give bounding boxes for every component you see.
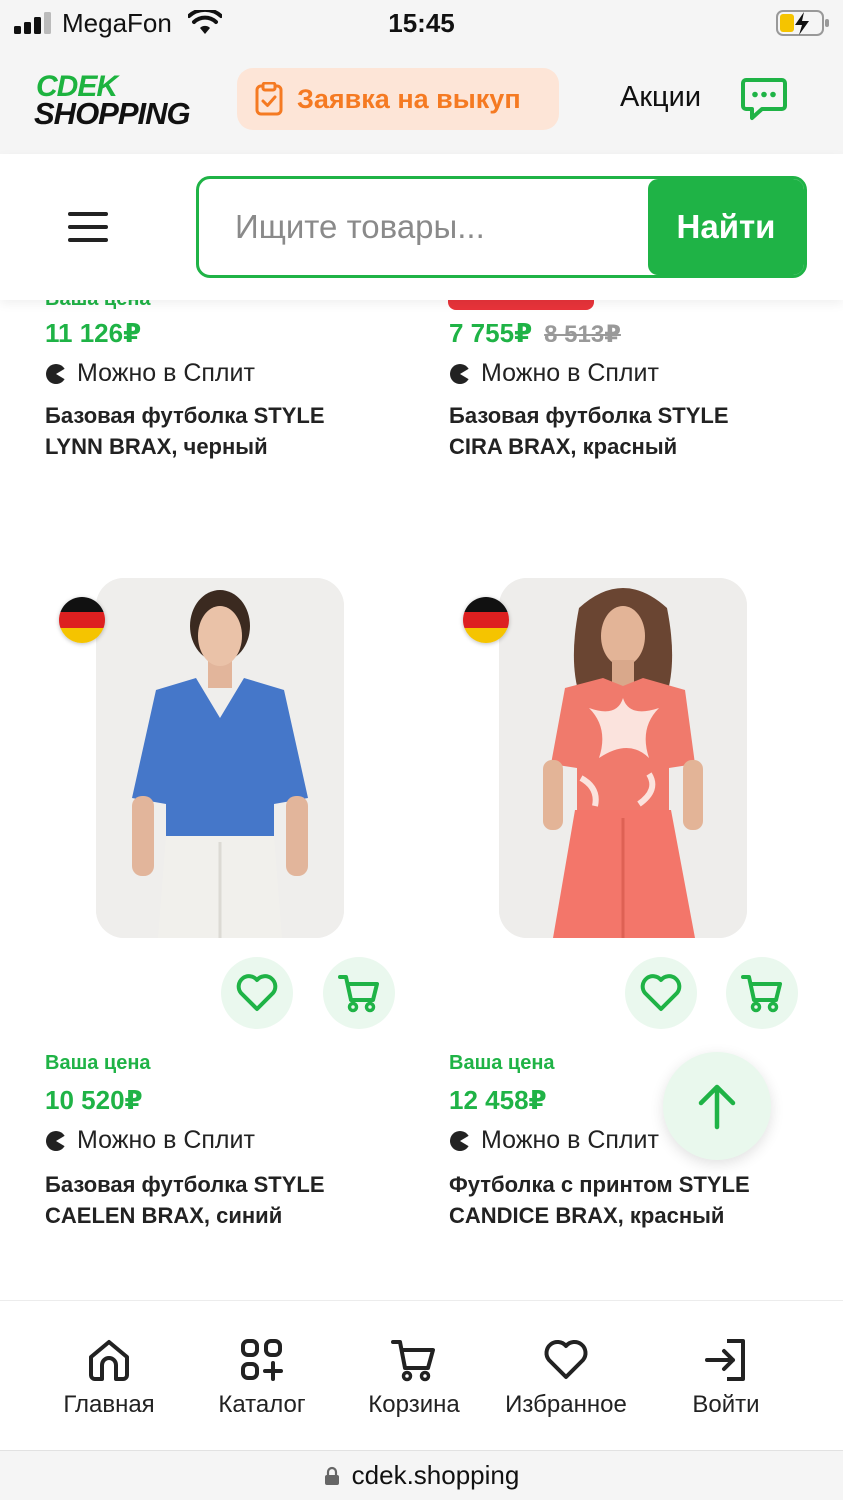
- germany-flag-icon: [463, 597, 509, 643]
- site-header: CDEK SHOPPING Заявка на выкуп Акции: [0, 48, 843, 154]
- title-line-2: CIRA BRAX, красный: [449, 434, 678, 459]
- title-line-2: CANDICE BRAX, красный: [449, 1203, 725, 1228]
- split-icon: [450, 1130, 471, 1151]
- blue-tshirt-photo: [96, 578, 344, 938]
- product-image-blue-tshirt[interactable]: [96, 578, 344, 938]
- lock-icon: [324, 1466, 339, 1485]
- price-row: 7 755₽ 8 513₽: [449, 318, 819, 349]
- url-text: cdek.shopping: [351, 1460, 520, 1490]
- status-bar: MegaFon 15:45: [0, 0, 843, 48]
- split-label: Можно в Сплит: [77, 1126, 255, 1154]
- title-line-1: Базовая футболка STYLE: [45, 403, 325, 428]
- nav-item-cart[interactable]: Корзина: [329, 1337, 499, 1419]
- heart-icon: [236, 974, 278, 1011]
- product-card-1[interactable]: Ваша цена 11 126₽ Можно в Сплит Базовая …: [45, 288, 415, 462]
- heart-icon: [640, 974, 682, 1011]
- split-label: Можно в Сплит: [77, 359, 255, 387]
- cart-icon: [338, 975, 379, 1013]
- cart-icon: [741, 975, 782, 1013]
- title-line-1: Футболка с принтом STYLE: [449, 1172, 750, 1197]
- search-button[interactable]: Найти: [648, 179, 804, 275]
- title-line-1: Базовая футболка STYLE: [45, 1172, 325, 1197]
- nav-item-home[interactable]: Главная: [24, 1337, 194, 1419]
- chat-icon[interactable]: [740, 76, 788, 122]
- old-price: 8 513₽: [544, 321, 621, 348]
- bottom-navigation: Главная Каталог Корзина Избранное Войти: [0, 1300, 843, 1450]
- price: 7 755₽: [449, 318, 533, 348]
- add-to-cart-button[interactable]: [323, 957, 395, 1029]
- nav-label-catalog: Каталог: [218, 1391, 306, 1418]
- clipboard-check-icon: [255, 82, 283, 116]
- price-label: Ваша цена: [45, 1052, 151, 1074]
- price-label: Ваша цена: [449, 1052, 555, 1074]
- search-input[interactable]: [199, 179, 653, 275]
- add-to-favorites-button[interactable]: [221, 957, 293, 1029]
- scroll-to-top-button[interactable]: [663, 1052, 771, 1160]
- cdek-shopping-logo[interactable]: CDEK SHOPPING: [34, 70, 191, 131]
- nav-label-favorites: Избранное: [505, 1391, 627, 1418]
- price: 10 520₽: [45, 1085, 143, 1115]
- split-icon: [450, 363, 471, 384]
- product-card-2[interactable]: 7 755₽ 8 513₽ Можно в Сплит Базовая футбо…: [449, 318, 819, 462]
- browser-url-bar[interactable]: cdek.shopping: [0, 1450, 843, 1500]
- product-card-3[interactable]: Ваша цена 10 520₽ Можно в Сплит Базовая …: [45, 1052, 415, 1231]
- search-box: Найти: [196, 176, 807, 278]
- nav-item-favorites[interactable]: Избранное: [481, 1337, 651, 1419]
- promotions-link[interactable]: Акции: [620, 81, 701, 114]
- catalog-icon: [241, 1339, 283, 1381]
- split-payment: Можно в Сплит: [449, 359, 819, 388]
- product-title[interactable]: Футболка с принтом STYLE CANDICE BRAX, к…: [449, 1169, 819, 1231]
- purchase-request-button[interactable]: Заявка на выкуп: [237, 68, 559, 130]
- product-title[interactable]: Базовая футболка STYLE CIRA BRAX, красны…: [449, 400, 819, 462]
- split-icon: [46, 1130, 67, 1151]
- split-payment: Можно в Сплит: [45, 359, 415, 388]
- title-line-2: CAELEN BRAX, синий: [45, 1203, 283, 1228]
- germany-flag-icon: [59, 597, 105, 643]
- floral-tshirt-photo: [499, 578, 747, 938]
- nav-label-login: Войти: [692, 1391, 760, 1418]
- split-label: Можно в Сплит: [481, 359, 659, 387]
- purchase-request-label: Заявка на выкуп: [297, 83, 521, 114]
- status-time: 15:45: [388, 8, 455, 38]
- split-payment: Можно в Сплит: [45, 1126, 415, 1155]
- product-title[interactable]: Базовая футболка STYLE LYNN BRAX, черный: [45, 400, 415, 462]
- heart-icon: [544, 1340, 588, 1379]
- nav-label-home: Главная: [63, 1391, 155, 1418]
- add-to-cart-button[interactable]: [726, 957, 798, 1029]
- split-label: Можно в Сплит: [481, 1126, 659, 1154]
- title-line-2: LYNN BRAX, черный: [45, 434, 268, 459]
- product-image-floral-tshirt[interactable]: [499, 578, 747, 938]
- hamburger-menu-icon[interactable]: [66, 209, 110, 245]
- nav-item-login[interactable]: Войти: [641, 1337, 811, 1419]
- arrow-up-icon: [698, 1084, 736, 1130]
- logo-text-shopping: SHOPPING: [34, 96, 191, 131]
- battery-charging-icon: [776, 10, 829, 36]
- price: 11 126₽: [45, 318, 142, 348]
- nav-label-cart: Корзина: [368, 1391, 460, 1418]
- split-icon: [46, 363, 67, 384]
- title-line-1: Базовая футболка STYLE: [449, 403, 729, 428]
- cart-icon: [391, 1340, 435, 1382]
- nav-item-catalog[interactable]: Каталог: [177, 1337, 347, 1419]
- login-icon: [705, 1339, 745, 1381]
- product-title[interactable]: Базовая футболка STYLE CAELEN BRAX, сини…: [45, 1169, 415, 1231]
- home-icon: [89, 1340, 129, 1381]
- search-bar-row: Найти: [0, 154, 843, 300]
- add-to-favorites-button[interactable]: [625, 957, 697, 1029]
